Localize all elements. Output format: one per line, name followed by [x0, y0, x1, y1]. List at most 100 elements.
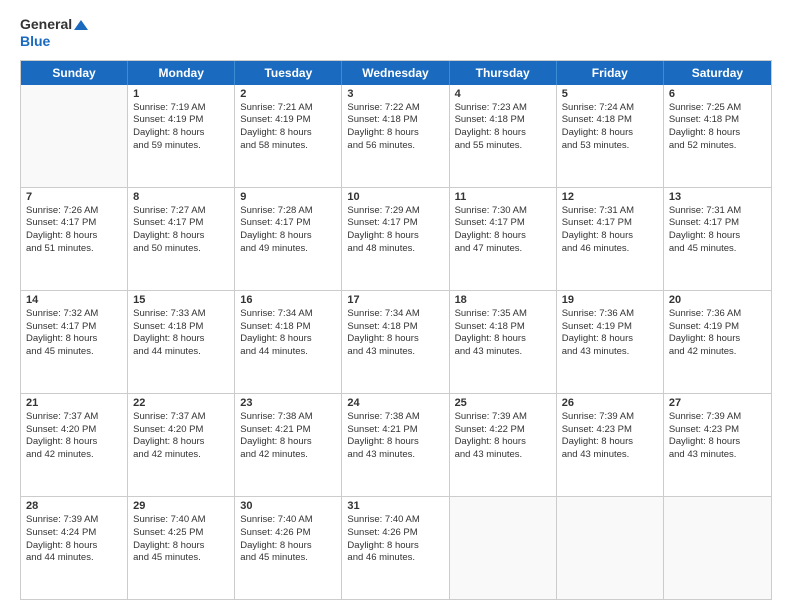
- logo-general: General: [20, 16, 88, 33]
- cell-line: Sunset: 4:17 PM: [240, 217, 336, 230]
- cell-line: Sunset: 4:21 PM: [347, 424, 443, 437]
- cell-line: Sunrise: 7:28 AM: [240, 205, 336, 218]
- day-number: 2: [240, 88, 336, 100]
- day-number: 31: [347, 500, 443, 512]
- day-number: 11: [455, 191, 551, 203]
- cell-line: Sunrise: 7:33 AM: [133, 308, 229, 321]
- calendar-cell: 21Sunrise: 7:37 AMSunset: 4:20 PMDayligh…: [21, 394, 128, 496]
- cell-line: and 46 minutes.: [347, 552, 443, 565]
- weekday-header: Friday: [557, 61, 664, 85]
- cell-line: Sunset: 4:24 PM: [26, 527, 122, 540]
- cell-line: Sunset: 4:25 PM: [133, 527, 229, 540]
- calendar-cell: 29Sunrise: 7:40 AMSunset: 4:25 PMDayligh…: [128, 497, 235, 599]
- cell-line: and 43 minutes.: [455, 346, 551, 359]
- cell-line: Sunrise: 7:39 AM: [562, 411, 658, 424]
- cell-line: Daylight: 8 hours: [240, 127, 336, 140]
- calendar-cell: 25Sunrise: 7:39 AMSunset: 4:22 PMDayligh…: [450, 394, 557, 496]
- calendar-cell: 20Sunrise: 7:36 AMSunset: 4:19 PMDayligh…: [664, 291, 771, 393]
- cell-line: and 45 minutes.: [133, 552, 229, 565]
- day-number: 6: [669, 88, 766, 100]
- cell-line: Daylight: 8 hours: [669, 333, 766, 346]
- cell-line: and 51 minutes.: [26, 243, 122, 256]
- cell-line: Sunrise: 7:26 AM: [26, 205, 122, 218]
- calendar-cell: 18Sunrise: 7:35 AMSunset: 4:18 PMDayligh…: [450, 291, 557, 393]
- cell-line: Sunset: 4:17 PM: [455, 217, 551, 230]
- cell-line: and 48 minutes.: [347, 243, 443, 256]
- cell-line: and 55 minutes.: [455, 140, 551, 153]
- cell-line: Sunrise: 7:31 AM: [562, 205, 658, 218]
- calendar-row: 14Sunrise: 7:32 AMSunset: 4:17 PMDayligh…: [21, 291, 771, 394]
- day-number: 30: [240, 500, 336, 512]
- day-number: 25: [455, 397, 551, 409]
- cell-line: Sunrise: 7:37 AM: [133, 411, 229, 424]
- cell-line: Sunrise: 7:36 AM: [562, 308, 658, 321]
- calendar-cell: 1Sunrise: 7:19 AMSunset: 4:19 PMDaylight…: [128, 85, 235, 187]
- cell-line: Sunset: 4:18 PM: [347, 114, 443, 127]
- day-number: 27: [669, 397, 766, 409]
- day-number: 13: [669, 191, 766, 203]
- calendar-cell: 22Sunrise: 7:37 AMSunset: 4:20 PMDayligh…: [128, 394, 235, 496]
- cell-line: and 43 minutes.: [669, 449, 766, 462]
- cell-line: Sunset: 4:23 PM: [562, 424, 658, 437]
- weekday-header: Tuesday: [235, 61, 342, 85]
- calendar-cell: 23Sunrise: 7:38 AMSunset: 4:21 PMDayligh…: [235, 394, 342, 496]
- cell-line: Sunrise: 7:34 AM: [347, 308, 443, 321]
- calendar-cell: 12Sunrise: 7:31 AMSunset: 4:17 PMDayligh…: [557, 188, 664, 290]
- cell-line: Daylight: 8 hours: [26, 333, 122, 346]
- calendar-row: 1Sunrise: 7:19 AMSunset: 4:19 PMDaylight…: [21, 85, 771, 188]
- cell-line: Daylight: 8 hours: [347, 333, 443, 346]
- cell-line: Daylight: 8 hours: [26, 436, 122, 449]
- cell-line: Sunset: 4:19 PM: [562, 321, 658, 334]
- cell-line: Sunset: 4:17 PM: [26, 217, 122, 230]
- cell-line: Sunrise: 7:32 AM: [26, 308, 122, 321]
- cell-line: Sunrise: 7:38 AM: [240, 411, 336, 424]
- calendar-cell: 27Sunrise: 7:39 AMSunset: 4:23 PMDayligh…: [664, 394, 771, 496]
- cell-line: Daylight: 8 hours: [455, 127, 551, 140]
- cell-line: Sunset: 4:19 PM: [669, 321, 766, 334]
- calendar-cell: 28Sunrise: 7:39 AMSunset: 4:24 PMDayligh…: [21, 497, 128, 599]
- cell-line: Daylight: 8 hours: [455, 230, 551, 243]
- cell-line: Daylight: 8 hours: [669, 127, 766, 140]
- cell-line: and 42 minutes.: [240, 449, 336, 462]
- day-number: 21: [26, 397, 122, 409]
- cell-line: Sunset: 4:20 PM: [26, 424, 122, 437]
- weekday-header: Sunday: [21, 61, 128, 85]
- calendar-cell: 2Sunrise: 7:21 AMSunset: 4:19 PMDaylight…: [235, 85, 342, 187]
- day-number: 14: [26, 294, 122, 306]
- day-number: 9: [240, 191, 336, 203]
- cell-line: Sunset: 4:21 PM: [240, 424, 336, 437]
- cell-line: Sunset: 4:20 PM: [133, 424, 229, 437]
- cell-line: Daylight: 8 hours: [26, 540, 122, 553]
- calendar-cell: 9 Sunrise: 7:28 AMSunset: 4:17 PMDaylight…: [235, 188, 342, 290]
- cell-line: Sunrise: 7:40 AM: [240, 514, 336, 527]
- cell-line: and 44 minutes.: [240, 346, 336, 359]
- cell-line: Daylight: 8 hours: [669, 436, 766, 449]
- cell-line: Sunrise: 7:31 AM: [669, 205, 766, 218]
- cell-line: and 50 minutes.: [133, 243, 229, 256]
- cell-line: Daylight: 8 hours: [240, 333, 336, 346]
- cell-line: Sunrise: 7:27 AM: [133, 205, 229, 218]
- cell-line: Daylight: 8 hours: [240, 230, 336, 243]
- cell-line: and 44 minutes.: [133, 346, 229, 359]
- cell-line: Sunset: 4:18 PM: [455, 114, 551, 127]
- cell-line: Sunset: 4:17 PM: [562, 217, 658, 230]
- calendar-cell: 17Sunrise: 7:34 AMSunset: 4:18 PMDayligh…: [342, 291, 449, 393]
- calendar-header: SundayMondayTuesdayWednesdayThursdayFrid…: [21, 61, 771, 85]
- day-number: 29: [133, 500, 229, 512]
- cell-line: Sunrise: 7:39 AM: [26, 514, 122, 527]
- cell-line: Sunset: 4:17 PM: [669, 217, 766, 230]
- cell-line: Daylight: 8 hours: [26, 230, 122, 243]
- cell-line: and 43 minutes.: [562, 346, 658, 359]
- cell-line: Sunrise: 7:36 AM: [669, 308, 766, 321]
- cell-line: Daylight: 8 hours: [347, 436, 443, 449]
- cell-line: Sunset: 4:17 PM: [347, 217, 443, 230]
- cell-line: Sunrise: 7:21 AM: [240, 102, 336, 115]
- cell-line: Daylight: 8 hours: [240, 436, 336, 449]
- weekday-header: Saturday: [664, 61, 771, 85]
- cell-line: Daylight: 8 hours: [133, 127, 229, 140]
- calendar-cell: 7Sunrise: 7:26 AMSunset: 4:17 PMDaylight…: [21, 188, 128, 290]
- cell-line: and 56 minutes.: [347, 140, 443, 153]
- calendar-cell: [21, 85, 128, 187]
- cell-line: Sunrise: 7:40 AM: [133, 514, 229, 527]
- cell-line: Daylight: 8 hours: [133, 333, 229, 346]
